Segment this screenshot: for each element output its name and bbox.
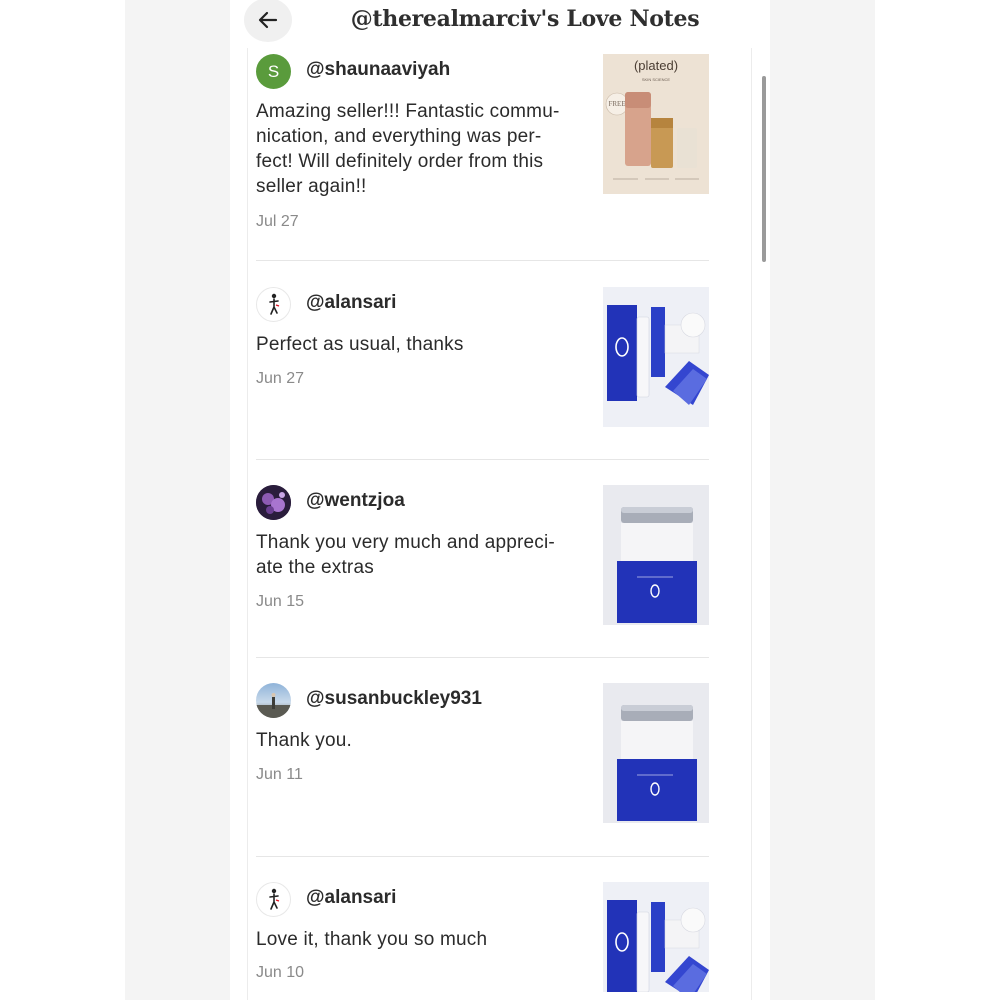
landscape-avatar-image: [256, 693, 291, 718]
product-thumbnail[interactable]: [603, 485, 709, 625]
arrow-left-icon: [258, 11, 278, 29]
avatar[interactable]: [256, 287, 291, 322]
list-item: @susanbuckley931 Thank you. Jun 11: [256, 683, 709, 843]
divider: [256, 459, 709, 460]
note-date: Jun 27: [256, 370, 305, 387]
list-item: S @shaunaaviyah Amazing seller!!! Fantas…: [256, 54, 709, 254]
note-text: Thank you.: [256, 730, 352, 751]
backdrop-right: [875, 0, 1000, 1000]
avatar[interactable]: [256, 882, 291, 917]
username-link[interactable]: @susanbuckley931: [306, 688, 482, 710]
plated-sub-label: SKIN SCIENCE: [642, 77, 671, 82]
username-link[interactable]: @alansari: [306, 887, 396, 909]
plated-brand-label: (plated): [634, 58, 678, 73]
page-title: @therealmarciv's Love Notes: [350, 6, 700, 32]
note-date: Jun 11: [256, 766, 303, 783]
username-link[interactable]: @wentzjoa: [306, 490, 405, 512]
product-photo-zo-kit: [603, 287, 709, 427]
avatar[interactable]: S: [256, 54, 291, 89]
note-text: Thank you very much and appreci- ate the…: [256, 532, 555, 578]
product-thumbnail[interactable]: (plated) SKIN SCIENCE FREE: [603, 54, 709, 194]
note-text: Love it, thank you so much: [256, 929, 488, 950]
note-text: Perfect as usual, thanks: [256, 334, 464, 355]
product-thumbnail[interactable]: [603, 683, 709, 823]
list-item: @alansari Perfect as usual, thanks Jun 2…: [256, 287, 709, 447]
note-date: Jul 27: [256, 213, 299, 230]
list-item: @alansari Love it, thank you so much Jun…: [256, 882, 709, 1000]
avatar[interactable]: [256, 683, 291, 718]
figure-icon: [268, 293, 279, 315]
backdrop-left: [0, 0, 125, 1000]
note-text: Amazing seller!!! Fantastic commu- nicat…: [256, 101, 560, 197]
app-screen: @therealmarciv's Love Notes S @shaunaavi…: [230, 0, 770, 1000]
product-photo-zo-jar: [603, 683, 709, 823]
product-thumbnail[interactable]: [603, 882, 709, 992]
note-date: Jun 10: [256, 964, 305, 981]
back-button[interactable]: [244, 0, 292, 42]
avatar[interactable]: [256, 485, 291, 520]
avatar-letter: S: [267, 61, 280, 81]
divider: [256, 856, 709, 857]
divider: [256, 260, 709, 261]
free-badge-label: FREE: [608, 100, 625, 108]
note-date: Jun 15: [256, 593, 305, 610]
product-photo-zo-kit: [603, 882, 709, 992]
product-photo-plated: (plated) SKIN SCIENCE FREE: [603, 54, 709, 194]
product-thumbnail[interactable]: [603, 287, 709, 427]
username-link[interactable]: @alansari: [306, 292, 396, 314]
divider: [256, 657, 709, 658]
list-item: @wentzjoa Thank you very much and apprec…: [256, 485, 709, 645]
header: @therealmarciv's Love Notes: [230, 0, 770, 44]
product-photo-zo-jar: [603, 485, 709, 625]
scrollbar[interactable]: [762, 76, 766, 262]
flower-avatar-image: [256, 485, 291, 520]
figure-icon: [268, 888, 279, 910]
username-link[interactable]: @shaunaaviyah: [306, 59, 450, 81]
